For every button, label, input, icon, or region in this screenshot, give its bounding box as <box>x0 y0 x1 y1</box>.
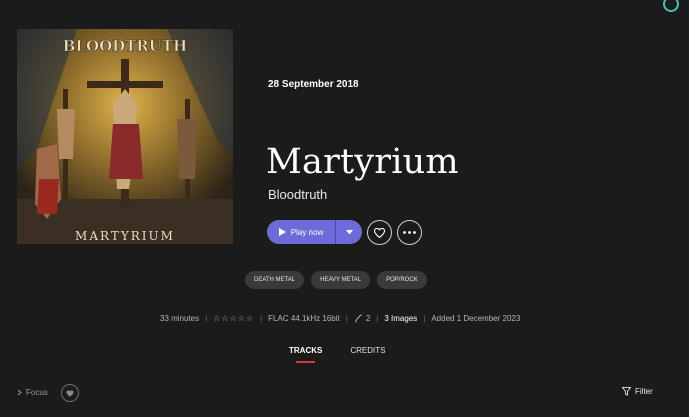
images-link[interactable]: 3 Images <box>384 314 417 323</box>
divider: | <box>423 314 426 323</box>
status-indicator <box>663 0 679 12</box>
disc-count: 2 <box>365 314 371 323</box>
divider: | <box>376 314 379 323</box>
focus-label: Focus <box>26 388 48 397</box>
album-title: Martyrium <box>266 142 459 182</box>
album-duration: 33 minutes <box>160 314 200 323</box>
more-dots-icon <box>403 231 416 234</box>
play-now-button[interactable]: Play now <box>267 220 335 244</box>
caret-down-icon <box>345 229 353 234</box>
audio-format: FLAC 44.1kHz 16bit <box>268 314 340 323</box>
album-cover: BLOODTRUTH MARTYRIUM <box>17 29 233 244</box>
play-options-button[interactable] <box>335 220 362 244</box>
heart-icon <box>66 389 74 397</box>
focus-heart-button[interactable] <box>61 384 79 402</box>
cover-logo: BLOODTRUTH <box>62 37 187 56</box>
play-controls: Play now <box>267 220 362 244</box>
album-meta: 33 minutes | ☆☆☆☆☆ | FLAC 44.1kHz 16bit … <box>160 314 520 323</box>
artist-name[interactable]: Bloodtruth <box>268 187 327 202</box>
play-icon <box>278 228 286 236</box>
genre-tags: DEATH METAL HEAVY METAL POP/ROCK <box>245 271 427 289</box>
rating-stars[interactable]: ☆☆☆☆☆ <box>213 314 254 323</box>
heart-icon <box>374 227 385 238</box>
more-options-button[interactable] <box>397 220 422 245</box>
divider: | <box>205 314 208 323</box>
play-now-label: Play now <box>290 227 324 237</box>
filter-button[interactable]: Filter <box>622 387 653 396</box>
chevron-right-icon <box>17 389 22 396</box>
divider: | <box>345 314 348 323</box>
tag-pop-rock[interactable]: POP/ROCK <box>377 271 427 289</box>
focus-toggle[interactable]: Focus <box>17 388 48 397</box>
added-date: Added 1 December 2023 <box>431 314 521 323</box>
filter-label: Filter <box>635 387 653 396</box>
tab-credits[interactable]: CREDITS <box>350 346 385 355</box>
release-date: 28 September 2018 <box>268 79 359 90</box>
tag-death-metal[interactable]: DEATH METAL <box>245 271 305 289</box>
disc-icon <box>354 314 362 323</box>
cover-album-name: MARTYRIUM <box>75 229 175 243</box>
tag-heavy-metal[interactable]: HEAVY METAL <box>311 271 371 289</box>
album-tabs: TRACKS CREDITS <box>289 346 385 363</box>
favorite-button[interactable] <box>367 220 392 245</box>
tab-tracks[interactable]: TRACKS <box>289 346 322 363</box>
cover-band-logo: BLOODTRUTH <box>63 37 187 55</box>
divider: | <box>260 314 263 323</box>
filter-icon <box>622 387 631 396</box>
